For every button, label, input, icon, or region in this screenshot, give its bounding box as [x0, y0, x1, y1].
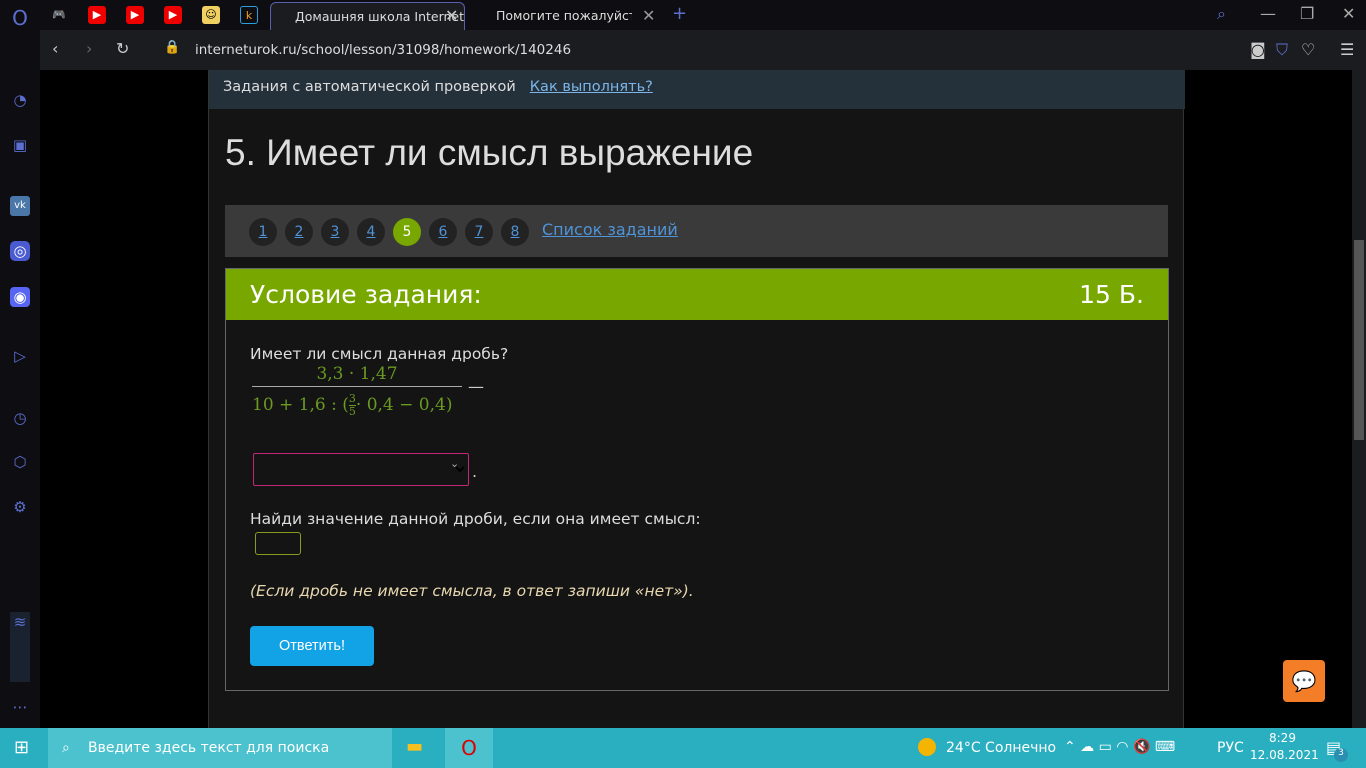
search-placeholder: Введите здесь текст для поиска — [88, 740, 330, 756]
task-link-7[interactable]: 7 — [465, 218, 493, 246]
numerator: 3,3 · 1,47 — [252, 364, 462, 387]
minimize-icon[interactable]: — — [1260, 4, 1276, 23]
vk-icon[interactable]: vk — [10, 196, 30, 216]
discord-icon[interactable]: ◉ — [10, 287, 30, 307]
heart-icon[interactable]: ♡ — [1301, 40, 1315, 59]
opera-sidebar: O ◔ ▣ vk ◎ ◉ ▷ ◷ ⬡ ⚙ ≋ ⋯ — [0, 0, 40, 728]
notification-count: 3 — [1334, 748, 1348, 762]
meaning-select[interactable] — [253, 453, 469, 486]
how-to-link[interactable]: Как выполнять? — [530, 79, 653, 95]
youtube-tab-icon[interactable]: ▶ — [164, 6, 182, 24]
sun-icon — [918, 738, 936, 756]
speed-dial-icon[interactable]: ◔ — [10, 90, 30, 110]
gx-icon[interactable]: 🎮 — [50, 6, 68, 24]
settings-icon[interactable]: ⚙ — [10, 497, 30, 517]
close-tab-icon[interactable]: ✕ — [642, 6, 655, 25]
extensions-icon[interactable]: ⬡ — [10, 452, 30, 472]
answer-input[interactable] — [255, 532, 301, 555]
tab-bar: 🎮 ▶ ▶ ▶ ☺ k Домашняя школа Interneturok … — [40, 0, 1366, 30]
denominator-part: 10 + 1,6 : ( — [252, 395, 349, 415]
search-tabs-icon[interactable]: ⌕ — [1217, 4, 1226, 24]
condition-header: Условие задания: 15 Б. — [226, 269, 1168, 320]
clock-time[interactable]: 8:29 — [1269, 731, 1296, 745]
scrollbar-thumb[interactable] — [1354, 240, 1364, 440]
search-icon: ⌕ — [62, 740, 70, 756]
player-icon[interactable]: ▷ — [10, 346, 30, 366]
task-link-1[interactable]: 1 — [249, 218, 277, 246]
youtube-tab-icon[interactable]: ▶ — [88, 6, 106, 24]
close-window-icon[interactable]: ✕ — [1342, 4, 1355, 23]
new-tab-icon[interactable]: + — [672, 3, 687, 24]
points: 15 Б. — [1079, 280, 1144, 309]
task-nav: 1 2 3 4 5 6 7 8 Список заданий — [225, 205, 1168, 257]
clock-date[interactable]: 12.08.2021 — [1250, 748, 1319, 762]
chat-button[interactable]: 💬 — [1283, 660, 1325, 702]
chevron-down-icon: ⌄ — [450, 457, 460, 470]
forward-icon[interactable]: › — [86, 39, 92, 58]
header-text: Задания с автоматической проверкой — [223, 79, 516, 95]
homework-header: Задания с автоматической проверкой Как вы… — [209, 70, 1185, 109]
tab-title: Помогите пожалуйста( - Uchi — [496, 8, 632, 23]
page-title: 5. Имеет ли смысл выражение — [225, 132, 754, 173]
reload-icon[interactable]: ↻ — [116, 39, 129, 58]
tab-title: Домашняя школа Interneturok — [295, 9, 465, 24]
tab-uchi[interactable]: Помогите пожалуйста( - Uchi — [472, 2, 632, 30]
maximize-icon[interactable]: ❐ — [1300, 4, 1314, 23]
instagram-icon[interactable]: ◎ — [10, 241, 30, 261]
windows-taskbar: ⊞ ⌕ Введите здесь текст для поиска ▬ O 24… — [0, 728, 1366, 768]
task-link-4[interactable]: 4 — [357, 218, 385, 246]
task-link-6[interactable]: 6 — [429, 218, 457, 246]
camera-icon[interactable]: ◙ — [1250, 40, 1266, 59]
address-bar: ‹ › ↻ 🔒 interneturok.ru/school/lesson/31… — [40, 30, 1366, 70]
close-tab-icon[interactable]: ✕ — [445, 6, 458, 25]
opera-taskbar-icon[interactable]: O — [445, 728, 493, 768]
question-1: Имеет ли смысл данная дробь? — [250, 345, 509, 363]
windows-start-icon[interactable]: ⊞ — [14, 737, 29, 758]
page: Задания с автоматической проверкой Как вы… — [40, 70, 1352, 728]
task-list-link[interactable]: Список заданий — [542, 220, 678, 239]
menu-icon[interactable]: ☰ — [1340, 40, 1354, 59]
task-link-8[interactable]: 8 — [501, 218, 529, 246]
fraction-expression: 3,3 · 1,47 10 + 1,6 : (3 5· 0,4 − 0,4) — [252, 364, 462, 418]
history-icon[interactable]: ◷ — [10, 408, 30, 428]
task-link-5[interactable]: 5 — [393, 218, 421, 246]
bart-tab-icon[interactable]: ☺ — [202, 6, 220, 24]
lock-icon: 🔒 — [164, 40, 181, 55]
denominator: 10 + 1,6 : (3 5· 0,4 − 0,4) — [252, 387, 462, 418]
url-field[interactable]: interneturok.ru/school/lesson/31098/home… — [195, 42, 571, 58]
task-box: Условие задания: 15 Б. Имеет ли смысл да… — [225, 268, 1169, 691]
language[interactable]: РУС — [1217, 740, 1244, 756]
file-explorer-icon[interactable]: ▬ — [406, 736, 423, 757]
k-tab-icon[interactable]: k — [240, 6, 258, 24]
question-2: Найди значение данной дроби, если она им… — [250, 510, 701, 528]
dash: — — [468, 377, 484, 396]
opera-logo-icon[interactable]: O — [10, 8, 30, 28]
period: . — [472, 462, 478, 481]
submit-button[interactable]: Ответить! — [250, 626, 374, 666]
note: (Если дробь не имеет смысла, в ответ зап… — [250, 582, 694, 600]
tab-interneturok[interactable]: Домашняя школа Interneturok — [270, 2, 465, 30]
condition-label: Условие задания: — [250, 280, 482, 309]
back-icon[interactable]: ‹ — [52, 39, 58, 58]
vpn-wifi-icon[interactable]: ≋ — [10, 612, 30, 682]
task-link-2[interactable]: 2 — [285, 218, 313, 246]
tray-icons[interactable]: ⌃ ☁ ▭ ◠ 🔇 ⌨ — [1064, 739, 1175, 755]
inner-denominator: 5 — [348, 405, 356, 418]
workspace-icon[interactable]: ▣ — [10, 135, 30, 155]
weather[interactable]: 24°C Солнечно — [946, 740, 1056, 756]
youtube-tab-icon[interactable]: ▶ — [126, 6, 144, 24]
task-link-3[interactable]: 3 — [321, 218, 349, 246]
more-icon[interactable]: ⋯ — [10, 697, 30, 717]
taskbar-search[interactable]: ⌕ Введите здесь текст для поиска — [48, 728, 392, 768]
scrollbar[interactable] — [1352, 70, 1366, 728]
denominator-part: · 0,4 − 0,4) — [355, 395, 453, 415]
shield-icon[interactable]: ⛉ — [1276, 40, 1288, 60]
content-column: Задания с автоматической проверкой Как вы… — [208, 70, 1185, 728]
